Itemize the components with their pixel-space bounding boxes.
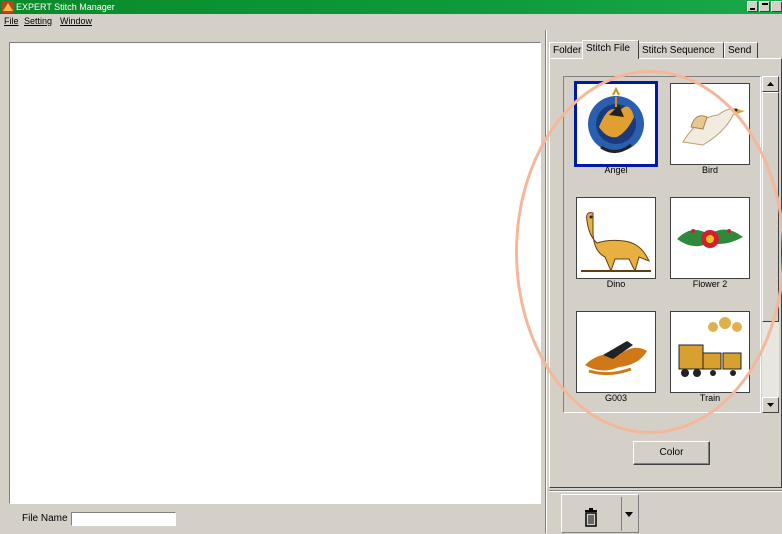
close-button[interactable] — [771, 1, 782, 12]
stitch-preview-area[interactable] — [9, 42, 541, 504]
trash-icon[interactable] — [580, 506, 602, 528]
thumbnail-grid[interactable]: Angel Bird Dino Flower 2 G003 Train — [563, 76, 761, 413]
thumbnail-angel[interactable]: Angel — [574, 81, 658, 175]
flower-embroidery-icon — [677, 229, 743, 248]
thumbnail-flower-2[interactable]: Flower 2 — [670, 197, 750, 289]
scroll-up-button[interactable] — [762, 76, 779, 92]
pane-splitter[interactable] — [545, 30, 547, 533]
chevron-down-icon — [625, 512, 633, 517]
minimize-button[interactable] — [747, 1, 758, 12]
minimize-icon — [750, 8, 755, 10]
thumbnail-label: Train — [699, 393, 721, 403]
thumbnail-frame — [670, 311, 750, 393]
thumbnail-scrollbar[interactable] — [762, 76, 779, 413]
train-embroidery-icon — [678, 317, 742, 377]
menu-bar: File Setting Window — [0, 14, 782, 28]
tab-stitch-file[interactable]: Stitch File — [582, 40, 639, 59]
color-button[interactable]: Color — [633, 441, 710, 465]
thumbnail-label: G003 — [604, 393, 628, 403]
thumbnail-label: Flower 2 — [692, 279, 728, 289]
menu-setting[interactable]: Setting — [24, 15, 52, 27]
thumbnail-g003[interactable]: G003 — [576, 311, 656, 403]
maximize-button[interactable] — [759, 1, 770, 12]
delete-dropdown-button[interactable] — [621, 497, 636, 531]
thumbnail-bird[interactable]: Bird — [670, 83, 750, 175]
arrow-down-icon — [767, 403, 774, 407]
thumbnail-frame — [670, 83, 750, 165]
thumbnail-label: Angel — [604, 165, 628, 175]
thumbnail-label: Dino — [606, 279, 626, 289]
thumbnail-frame — [574, 81, 658, 167]
window-title: EXPERT Stitch Manager — [16, 2, 115, 12]
file-name-input[interactable] — [71, 512, 176, 526]
thumbnail-dino[interactable]: Dino — [576, 197, 656, 289]
scroll-thumb[interactable] — [762, 92, 779, 322]
thumbnail-frame — [670, 197, 750, 279]
tab-send[interactable]: Send — [724, 42, 758, 59]
title-bar: EXPERT Stitch Manager — [0, 0, 782, 14]
dinosaur-embroidery-icon — [581, 212, 651, 273]
menu-window[interactable]: Window — [60, 15, 92, 27]
angel-embroidery-icon — [588, 87, 644, 153]
arrow-up-icon — [767, 82, 774, 86]
scroll-down-button[interactable] — [762, 397, 779, 413]
thumbnail-frame — [576, 197, 656, 279]
tab-folder[interactable]: Folder — [549, 42, 583, 59]
app-icon — [2, 1, 14, 13]
menu-file[interactable]: File — [4, 15, 19, 27]
thumbnail-frame — [576, 311, 656, 393]
file-name-label: File Name — [22, 513, 68, 524]
thumbnail-label: Bird — [701, 165, 718, 175]
plane-embroidery-icon — [585, 341, 647, 376]
maximize-icon — [762, 3, 768, 5]
panel-divider — [549, 490, 782, 492]
bird-embroidery-icon — [682, 108, 745, 146]
thumbnail-train[interactable]: Train — [670, 311, 750, 403]
tab-stitch-sequence[interactable]: Stitch Sequence — [638, 42, 724, 59]
